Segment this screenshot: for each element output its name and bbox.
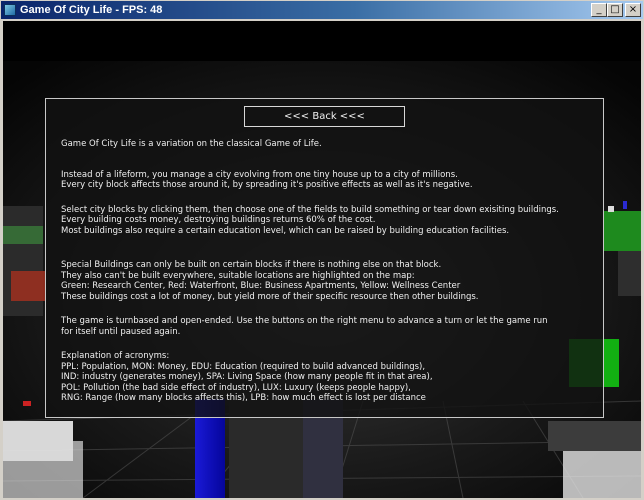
text-line: These buildings cost a lot of money, but… bbox=[61, 291, 479, 302]
minimize-icon: _ bbox=[596, 4, 602, 15]
text-line: for itself until paused again. bbox=[61, 326, 181, 337]
help-panel: <<< Back <<< Game Of City Life is a vari… bbox=[45, 98, 604, 418]
acronyms-paragraph: Explanation of acronyms: PPL: Population… bbox=[61, 351, 596, 404]
minimize-button[interactable]: _ bbox=[591, 3, 607, 17]
building-paragraph: Select city blocks by clicking them, the… bbox=[61, 205, 596, 237]
window-title: Game Of City Life - FPS: 48 bbox=[20, 4, 163, 16]
maximize-button[interactable]: □ bbox=[607, 3, 623, 17]
text-line: Every city block affects those around it… bbox=[61, 180, 473, 190]
overview-paragraph: Instead of a lifeform, you manage a city… bbox=[61, 170, 596, 191]
text-line: Explanation of acronyms: bbox=[61, 351, 170, 361]
text-line: PPL: Population, MON: Money, EDU: Educat… bbox=[61, 361, 426, 372]
text-line: RNG: Range (how many blocks affects this… bbox=[61, 393, 426, 403]
text-line: Every building costs money, destroying b… bbox=[61, 215, 376, 225]
text-line: Green: Research Center, Red: Waterfront,… bbox=[61, 281, 461, 291]
turn-paragraph: The game is turnbased and open-ended. Us… bbox=[61, 316, 596, 337]
window-controls: _ □ × bbox=[591, 3, 641, 17]
city-3d-scene[interactable]: <<< Back <<< Game Of City Life is a vari… bbox=[3, 21, 641, 498]
text-line: Instead of a lifeform, you manage a city… bbox=[61, 169, 458, 180]
maximize-icon: □ bbox=[610, 4, 620, 15]
text-line: POL: Pollution (the bad side effect of i… bbox=[61, 382, 411, 393]
text-line: Game Of City Life is a variation on the … bbox=[61, 139, 322, 149]
text-line: They also can't be built everywhere, sui… bbox=[61, 270, 415, 281]
intro-paragraph: Game Of City Life is a variation on the … bbox=[61, 139, 596, 150]
text-line: Select city blocks by clicking them, the… bbox=[61, 204, 559, 215]
title-bar[interactable]: Game Of City Life - FPS: 48 _ □ × bbox=[1, 1, 643, 19]
app-icon bbox=[4, 4, 16, 16]
help-text: Game Of City Life is a variation on the … bbox=[61, 139, 596, 404]
text-line: IND: industry (generates money), SPA: Li… bbox=[61, 372, 433, 382]
special-buildings-paragraph: Special Buildings can only be built on c… bbox=[61, 260, 596, 302]
text-line: Special Buildings can only be built on c… bbox=[61, 260, 442, 270]
close-button[interactable]: × bbox=[625, 3, 641, 17]
back-button[interactable]: <<< Back <<< bbox=[244, 106, 405, 127]
text-line: The game is turnbased and open-ended. Us… bbox=[61, 316, 548, 326]
close-icon: × bbox=[628, 4, 638, 15]
game-window: Game Of City Life - FPS: 48 _ □ × <<< Ba… bbox=[0, 0, 644, 500]
text-line: Most buildings also require a certain ed… bbox=[61, 225, 510, 236]
